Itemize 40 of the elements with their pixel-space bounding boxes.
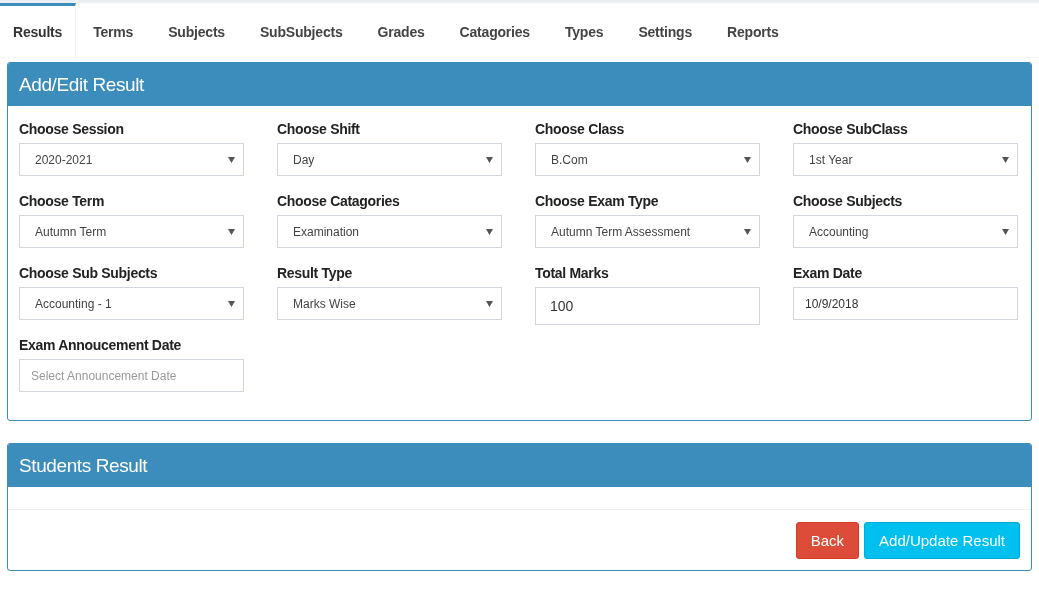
field-label: Choose Session: [19, 121, 125, 137]
caret-icon: [228, 156, 235, 163]
select-field[interactable]: Examination: [277, 215, 502, 248]
date-field[interactable]: Select Announcement Date: [19, 359, 244, 392]
field-label: Choose SubClass: [793, 121, 909, 137]
caret-icon: [744, 228, 751, 235]
select-field[interactable]: Accounting - 1: [19, 287, 244, 320]
field-label: Total Marks: [535, 265, 610, 281]
select-field[interactable]: Autumn Term: [19, 215, 244, 248]
field-label: Choose Shift: [277, 121, 361, 137]
select-field[interactable]: 1st Year: [793, 143, 1018, 176]
caret-icon: [228, 228, 235, 235]
panel-title: Students Result: [19, 454, 148, 477]
field-label: Choose Exam Type: [535, 193, 660, 209]
caret-icon: [744, 156, 751, 163]
date-field[interactable]: 10/9/2018: [793, 287, 1018, 320]
field-label: Choose Class: [535, 121, 625, 137]
caret-icon: [1002, 156, 1009, 163]
field-label: Choose Catagories: [277, 193, 401, 209]
field-label: Choose Subjects: [793, 193, 904, 209]
caret-icon: [486, 300, 493, 307]
field-label: Result Type: [277, 265, 353, 281]
select-field[interactable]: Marks Wise: [277, 287, 502, 320]
input-field[interactable]: 100: [535, 287, 760, 325]
tab[interactable]: Results: [0, 3, 77, 57]
caret-icon: [228, 300, 235, 307]
field-label: Choose Term: [19, 193, 106, 209]
caret-icon: [486, 156, 493, 163]
select-field[interactable]: 2020-2021: [19, 143, 244, 176]
caret-icon: [486, 228, 493, 235]
field-label: Exam Date: [793, 265, 863, 281]
select-field[interactable]: Accounting: [793, 215, 1018, 248]
field-label: Choose Sub Subjects: [19, 265, 159, 281]
select-field[interactable]: B.Com: [535, 143, 760, 176]
select-field[interactable]: Day: [277, 143, 502, 176]
panel-title: Add/Edit Result: [19, 73, 144, 96]
back-button[interactable]: Back: [795, 522, 860, 559]
caret-icon: [1002, 228, 1009, 235]
field-label: Exam Annoucement Date: [19, 337, 182, 353]
select-field[interactable]: Autumn Term Assessment: [535, 215, 760, 248]
